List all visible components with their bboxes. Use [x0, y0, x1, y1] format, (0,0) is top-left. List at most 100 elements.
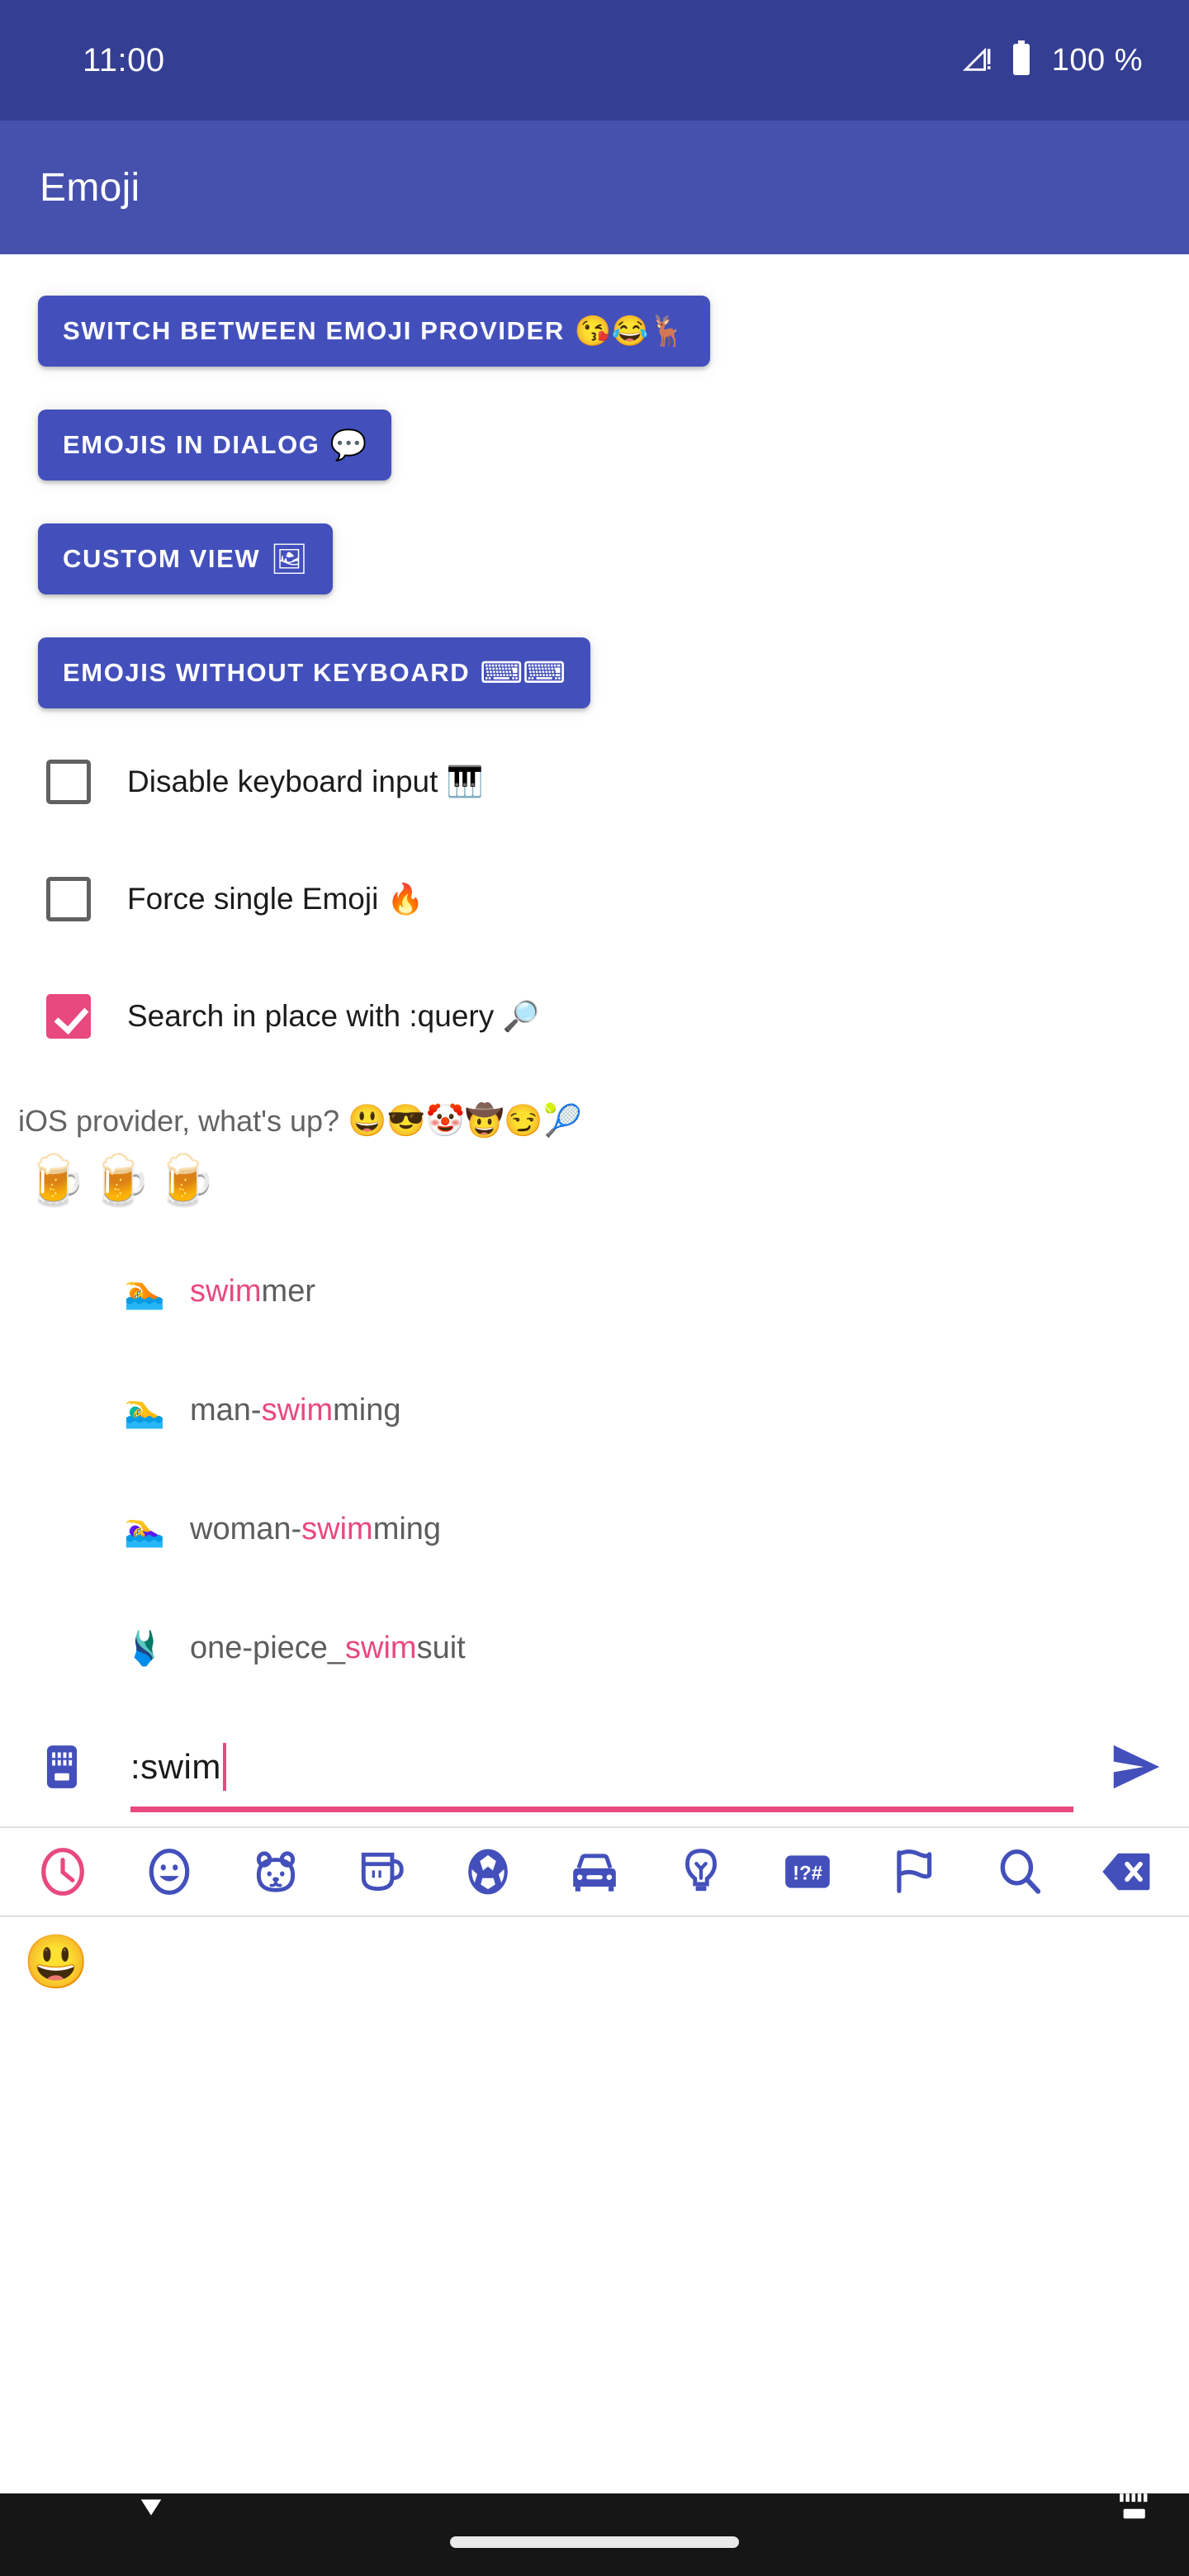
- category-tab-sports[interactable]: [438, 1826, 538, 1917]
- suggestion-label: woman-swimming: [190, 1512, 441, 1547]
- chevron-down-icon[interactable]: [132, 2488, 170, 2531]
- phone-screen: 11:00 100 % Emoji SWITCH BETWEEN EMOJI P…: [0, 0, 1189, 2576]
- emoji-suggestion-list: 🏊 swimmer 🏊‍♂️ man-swimming 🏊‍♀️ woman-s…: [0, 1232, 1189, 1707]
- system-navigation-bar: [0, 2493, 1189, 2576]
- checkbox-text-0: Disable keyboard input: [127, 765, 447, 798]
- provider-hint-label: iOS provider, what's up?: [18, 1104, 348, 1138]
- category-tab-recent[interactable]: [13, 1826, 112, 1917]
- category-tab-food[interactable]: [332, 1826, 431, 1917]
- page-title: Emoji: [40, 165, 140, 210]
- suggestion-emoji: 🩱: [124, 1630, 165, 1667]
- emoji-category-bar: !?#: [0, 1826, 1189, 1917]
- suggestion-suffix: mer: [261, 1273, 315, 1309]
- emojis-without-keyboard-label: EMOJIS WITHOUT KEYBOARD: [63, 658, 471, 687]
- suggestion-match: swim: [345, 1630, 417, 1665]
- suggestion-match: swim: [190, 1273, 262, 1309]
- checkbox-row-search-in-place[interactable]: Search in place with :query 🔎: [0, 986, 1189, 1047]
- piano-emoji: 🎹: [446, 765, 484, 798]
- app-bar: Emoji: [0, 121, 1189, 254]
- emojis-in-dialog-button[interactable]: EMOJIS IN DIALOG 💬: [38, 410, 392, 481]
- checkbox-row-force-single-emoji[interactable]: Force single Emoji 🔥: [0, 869, 1189, 930]
- suggestion-label: one-piece_swimsuit: [190, 1631, 466, 1666]
- category-tab-objects[interactable]: [651, 1826, 751, 1917]
- battery-percent-label: 100 %: [1051, 42, 1143, 78]
- custom-view-emoji: 🖼: [270, 542, 308, 575]
- soccer-ball-icon: [468, 1849, 508, 1895]
- lightbulb-icon: [685, 1849, 717, 1892]
- emojis-without-keyboard-button[interactable]: EMOJIS WITHOUT KEYBOARD ⌨⌨: [38, 637, 591, 708]
- checkbox-row-disable-keyboard-input[interactable]: Disable keyboard input 🎹: [0, 751, 1189, 812]
- checkbox-label-search-in-place: Search in place with :query 🔎: [127, 999, 539, 1034]
- switch-provider-button[interactable]: SWITCH BETWEEN EMOJI PROVIDER 😘😂🦌: [38, 296, 711, 367]
- suggestion-emoji: 🏊‍♀️: [124, 1511, 165, 1548]
- suggestion-prefix: woman-: [190, 1511, 302, 1546]
- typed-emoji-display: 🍺🍺🍺: [25, 1153, 220, 1208]
- list-item[interactable]: 🏊‍♀️ woman-swimming: [0, 1470, 1189, 1589]
- text-caret: [222, 1743, 226, 1791]
- switch-provider-emoji: 😘😂🦌: [574, 314, 686, 348]
- category-tab-backspace[interactable]: [1077, 1826, 1176, 1917]
- magnifier-emoji: 🔎: [502, 999, 540, 1033]
- suggestion-label: swimmer: [190, 1274, 315, 1309]
- checkbox-label-disable-keyboard-input: Disable keyboard input 🎹: [127, 765, 484, 799]
- suggestion-match: swim: [301, 1511, 373, 1546]
- search-icon: [1000, 1849, 1041, 1894]
- car-icon: [573, 1854, 616, 1892]
- suggestion-prefix: one-piece_: [190, 1630, 346, 1665]
- category-tab-travel[interactable]: [545, 1826, 644, 1917]
- category-tab-symbols[interactable]: !?#: [758, 1826, 857, 1917]
- checkbox-force-single-emoji[interactable]: [46, 877, 91, 921]
- suggestion-match: swim: [261, 1392, 334, 1428]
- coffee-cup-icon: [362, 1852, 405, 1892]
- signal-no-sim-icon: [962, 42, 996, 79]
- status-time: 11:00: [83, 41, 165, 78]
- emoji-search-input-value: :swim: [130, 1747, 221, 1786]
- smiley-icon: [149, 1849, 190, 1895]
- emoji-grid-cell[interactable]: 😃: [23, 1935, 142, 2034]
- status-bar: 11:00 100 %: [0, 0, 1189, 121]
- checkbox-search-in-place[interactable]: [46, 994, 91, 1039]
- clock-icon: [41, 1848, 84, 1896]
- flag-icon: [897, 1849, 932, 1893]
- provider-hint-emoji: 😃😎🤡🤠😏🎾: [348, 1104, 582, 1139]
- list-item[interactable]: 🏊‍♂️ man-swimming: [0, 1351, 1189, 1470]
- suggestion-suffix: ming: [333, 1392, 401, 1428]
- emojis-without-keyboard-emoji: ⌨⌨: [480, 656, 566, 689]
- animal-face-icon: [256, 1851, 295, 1892]
- suggestion-emoji: 🏊: [124, 1273, 165, 1310]
- keyboard-icon[interactable]: [36, 1741, 88, 1792]
- category-tab-smileys[interactable]: [120, 1826, 219, 1917]
- suggestion-suffix: ming: [372, 1511, 442, 1546]
- keyboard-switch-icon[interactable]: [1110, 2492, 1154, 2540]
- demo-buttons-area: SWITCH BETWEEN EMOJI PROVIDER 😘😂🦌 EMOJIS …: [0, 254, 1189, 751]
- backspace-icon: [1102, 1853, 1150, 1891]
- suggestion-label: man-swimming: [190, 1393, 401, 1428]
- category-tab-animals[interactable]: [226, 1826, 325, 1917]
- switch-provider-label: SWITCH BETWEEN EMOJI PROVIDER: [63, 316, 565, 345]
- category-tab-flags[interactable]: [864, 1826, 963, 1917]
- home-gesture-pill[interactable]: [450, 2536, 739, 2548]
- input-underline: [130, 1807, 1073, 1812]
- checkbox-label-force-single-emoji: Force single Emoji 🔥: [127, 882, 424, 916]
- custom-view-button[interactable]: CUSTOM VIEW 🖼: [38, 523, 333, 594]
- checkbox-text-2: Search in place with :query: [127, 999, 503, 1033]
- list-item[interactable]: 🏊 swimmer: [0, 1232, 1189, 1351]
- symbols-icon: !?#: [784, 1855, 830, 1888]
- emojis-in-dialog-label: EMOJIS IN DIALOG: [63, 430, 320, 459]
- suggestion-suffix: suit: [416, 1630, 466, 1665]
- emoji-grid: 😃: [0, 1917, 1189, 2429]
- category-tab-search[interactable]: [970, 1826, 1069, 1917]
- checkbox-disable-keyboard-input[interactable]: [46, 760, 91, 804]
- emoji-search-input[interactable]: :swim: [130, 1721, 1073, 1812]
- emoji-input-row: :swim: [0, 1707, 1189, 1826]
- battery-full-icon: [1011, 40, 1032, 81]
- checkbox-text-1: Force single Emoji: [127, 882, 387, 916]
- svg-text:!?#: !?#: [793, 1862, 822, 1884]
- list-item[interactable]: 🩱 one-piece_swimsuit: [0, 1589, 1189, 1707]
- emojis-in-dialog-emoji: 💬: [329, 428, 367, 462]
- suggestion-prefix: man-: [190, 1392, 262, 1428]
- suggestion-emoji: 🏊‍♂️: [124, 1392, 165, 1429]
- main-content: SWITCH BETWEEN EMOJI PROVIDER 😘😂🦌 EMOJIS …: [0, 254, 1189, 2493]
- send-icon[interactable]: [1106, 1738, 1164, 1796]
- custom-view-label: CUSTOM VIEW: [63, 544, 261, 573]
